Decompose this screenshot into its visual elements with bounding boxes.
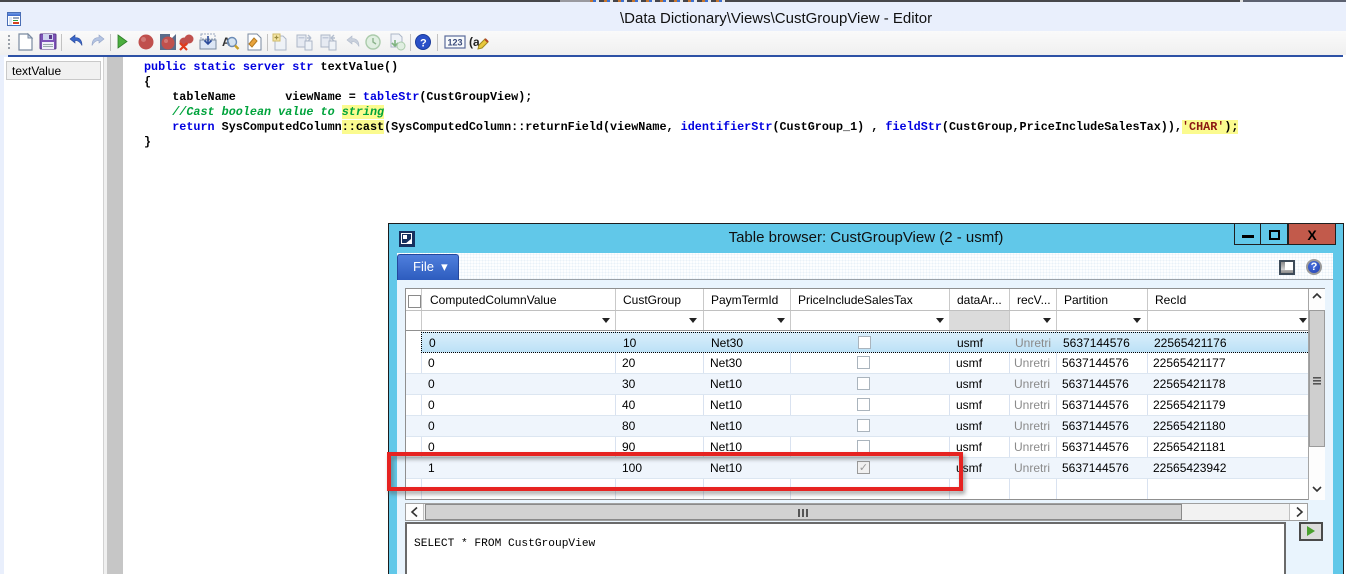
svg-text:123: 123 (448, 38, 463, 48)
svg-text:?: ? (420, 38, 427, 50)
